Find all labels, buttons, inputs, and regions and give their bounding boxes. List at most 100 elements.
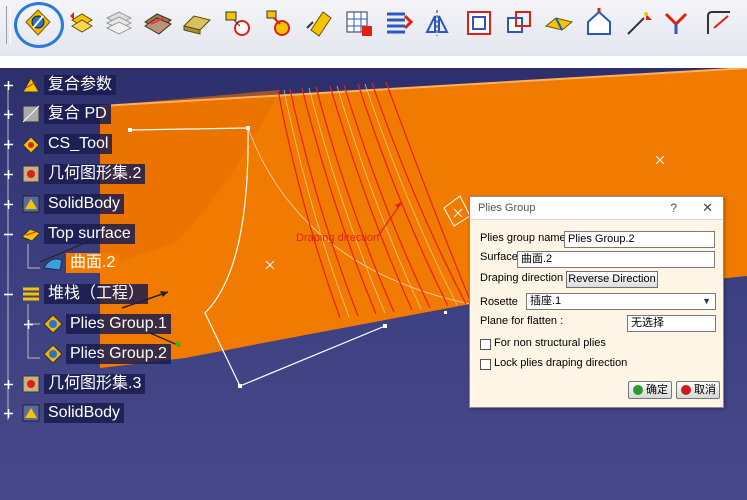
core-sampling-icon: [144, 13, 172, 35]
expand-icon[interactable]: [4, 170, 13, 179]
rosette-select[interactable]: 插座.1 ▼: [526, 293, 716, 310]
plies-group-name-field[interactable]: Plies Group.2: [564, 231, 715, 248]
geometrical-set-icon: [20, 373, 42, 395]
plies-table-icon: [105, 11, 133, 35]
collapse-icon[interactable]: [4, 290, 13, 299]
producibility-button[interactable]: [702, 6, 736, 40]
tree-node-plies-group-2[interactable]: Plies Group.2: [42, 343, 171, 365]
zone-icon: [507, 11, 531, 33]
core-sampling-button[interactable]: [141, 6, 175, 40]
surface-field[interactable]: 曲面.2: [517, 251, 715, 268]
tree-label-selected: 曲面.2: [66, 253, 120, 273]
tree-node-cs-tool[interactable]: CS_Tool: [20, 133, 113, 155]
tree-label: 几何图形集.2: [44, 164, 146, 184]
plies-from-3d-icon: [225, 11, 250, 36]
lock-draping-checkbox[interactable]: [480, 359, 491, 370]
tree-node-geometrical-set-2[interactable]: 几何图形集.2: [20, 163, 146, 185]
tree-node-stacking[interactable]: 堆栈（工程）: [20, 283, 149, 305]
producibility-icon: [707, 11, 730, 34]
rosette-value: 插座.1: [530, 295, 562, 307]
exchange-plies-button[interactable]: [64, 6, 98, 40]
material-excess-icon: [306, 11, 332, 37]
surface-icon: [42, 252, 64, 274]
stacking-icon: [20, 283, 42, 305]
symmetry-button[interactable]: [421, 6, 455, 40]
plies-table-button[interactable]: [101, 6, 135, 40]
tree-node-composites-parameters[interactable]: 复合参数: [20, 74, 117, 96]
dialog-title: Plies Group: [478, 202, 536, 214]
expand-icon[interactable]: [4, 409, 13, 418]
solid-slice-icon: [183, 15, 211, 35]
ok-icon: [633, 385, 643, 395]
cancel-button[interactable]: 取消: [676, 381, 720, 399]
virtual-stacking-button[interactable]: [582, 6, 616, 40]
expand-icon[interactable]: [24, 320, 33, 329]
ply-exploder-icon: [266, 10, 290, 36]
zone-button[interactable]: [502, 6, 536, 40]
grid-panel-icon: [346, 11, 372, 36]
tree-node-geometrical-set-3[interactable]: 几何图形集.3: [20, 373, 146, 395]
plane-for-flatten-field[interactable]: 无选择: [627, 315, 716, 332]
tree-label: 几何图形集.3: [44, 374, 146, 394]
stacking-icon: [387, 12, 414, 34]
selected-tool-highlight: [14, 2, 64, 48]
tree-label: SolidBody: [44, 194, 125, 214]
non-structural-checkbox[interactable]: [480, 339, 491, 350]
solid-slice-button[interactable]: [180, 6, 214, 40]
material-excess-button[interactable]: [303, 6, 337, 40]
tree-node-top-surface[interactable]: Top surface: [20, 223, 135, 245]
ok-label: 确定: [646, 384, 668, 396]
stacking-button[interactable]: [381, 6, 415, 40]
solid-ply-button[interactable]: [622, 6, 656, 40]
surface-label: Surface: [480, 251, 518, 263]
tree-label: Plies Group.2: [66, 344, 171, 364]
expand-icon[interactable]: [4, 200, 13, 209]
collapse-icon[interactable]: [4, 230, 13, 239]
expand-icon[interactable]: [4, 110, 13, 119]
chevron-down-icon: ▼: [702, 296, 711, 306]
solid-body-icon: [20, 402, 42, 424]
draping-direction-label: Draping direction: [480, 272, 564, 284]
tree-label: Top surface: [44, 224, 135, 244]
axis-origin-dot: [175, 341, 181, 347]
plies-from-3d-button[interactable]: [220, 6, 254, 40]
plies-group-icon: [42, 313, 64, 335]
symmetry-icon: [425, 10, 449, 36]
plies-group-name-label: Plies group name: [480, 232, 566, 244]
expand-icon[interactable]: [4, 81, 13, 90]
virtual-stacking-icon: [587, 8, 611, 35]
expand-icon[interactable]: [4, 140, 13, 149]
close-button[interactable]: ✕: [702, 200, 713, 216]
solid-ply-icon: [627, 10, 652, 35]
grid-panel-button[interactable]: [342, 6, 376, 40]
tree-label: SolidBody: [44, 403, 125, 423]
tree-label: 复合 PD: [44, 104, 111, 124]
toolbar-grip[interactable]: [6, 6, 11, 44]
solid-body-icon: [20, 193, 42, 215]
lock-draping-label: Lock plies draping direction: [494, 357, 628, 369]
ply-exploder-button[interactable]: [262, 6, 296, 40]
transition-button[interactable]: [542, 6, 576, 40]
tree-label: 复合参数: [44, 75, 117, 95]
rosette-label: Rosette: [480, 296, 518, 308]
cancel-icon: [681, 385, 691, 395]
tree-node-solid-body-2[interactable]: SolidBody: [20, 402, 125, 424]
tree-label: 堆栈（工程）: [44, 284, 149, 304]
dialog-title-bar[interactable]: Plies Group ? ✕: [470, 197, 723, 220]
reverse-direction-button[interactable]: Reverse Direction: [566, 271, 658, 288]
expand-icon[interactable]: [4, 380, 13, 389]
tree-label: Plies Group.1: [66, 314, 171, 334]
geometrical-set-icon: [20, 163, 42, 185]
help-button[interactable]: ?: [670, 201, 677, 215]
grid-button[interactable]: [462, 6, 496, 40]
composites-parameters-icon: [20, 74, 42, 96]
tree-node-surface-2[interactable]: 曲面.2: [42, 252, 120, 274]
flatten-button[interactable]: [660, 6, 694, 40]
tree-node-plies-group-1[interactable]: Plies Group.1: [42, 313, 171, 335]
non-structural-label: For non structural plies: [494, 337, 606, 349]
plies-group-dialog: Plies Group ? ✕ Plies group name Plies G…: [469, 196, 724, 408]
ok-button[interactable]: 确定: [628, 381, 672, 399]
plane-for-flatten-label: Plane for flatten :: [480, 315, 564, 327]
tree-node-solid-body-1[interactable]: SolidBody: [20, 193, 125, 215]
tree-node-composites-pd[interactable]: 复合 PD: [20, 103, 111, 125]
